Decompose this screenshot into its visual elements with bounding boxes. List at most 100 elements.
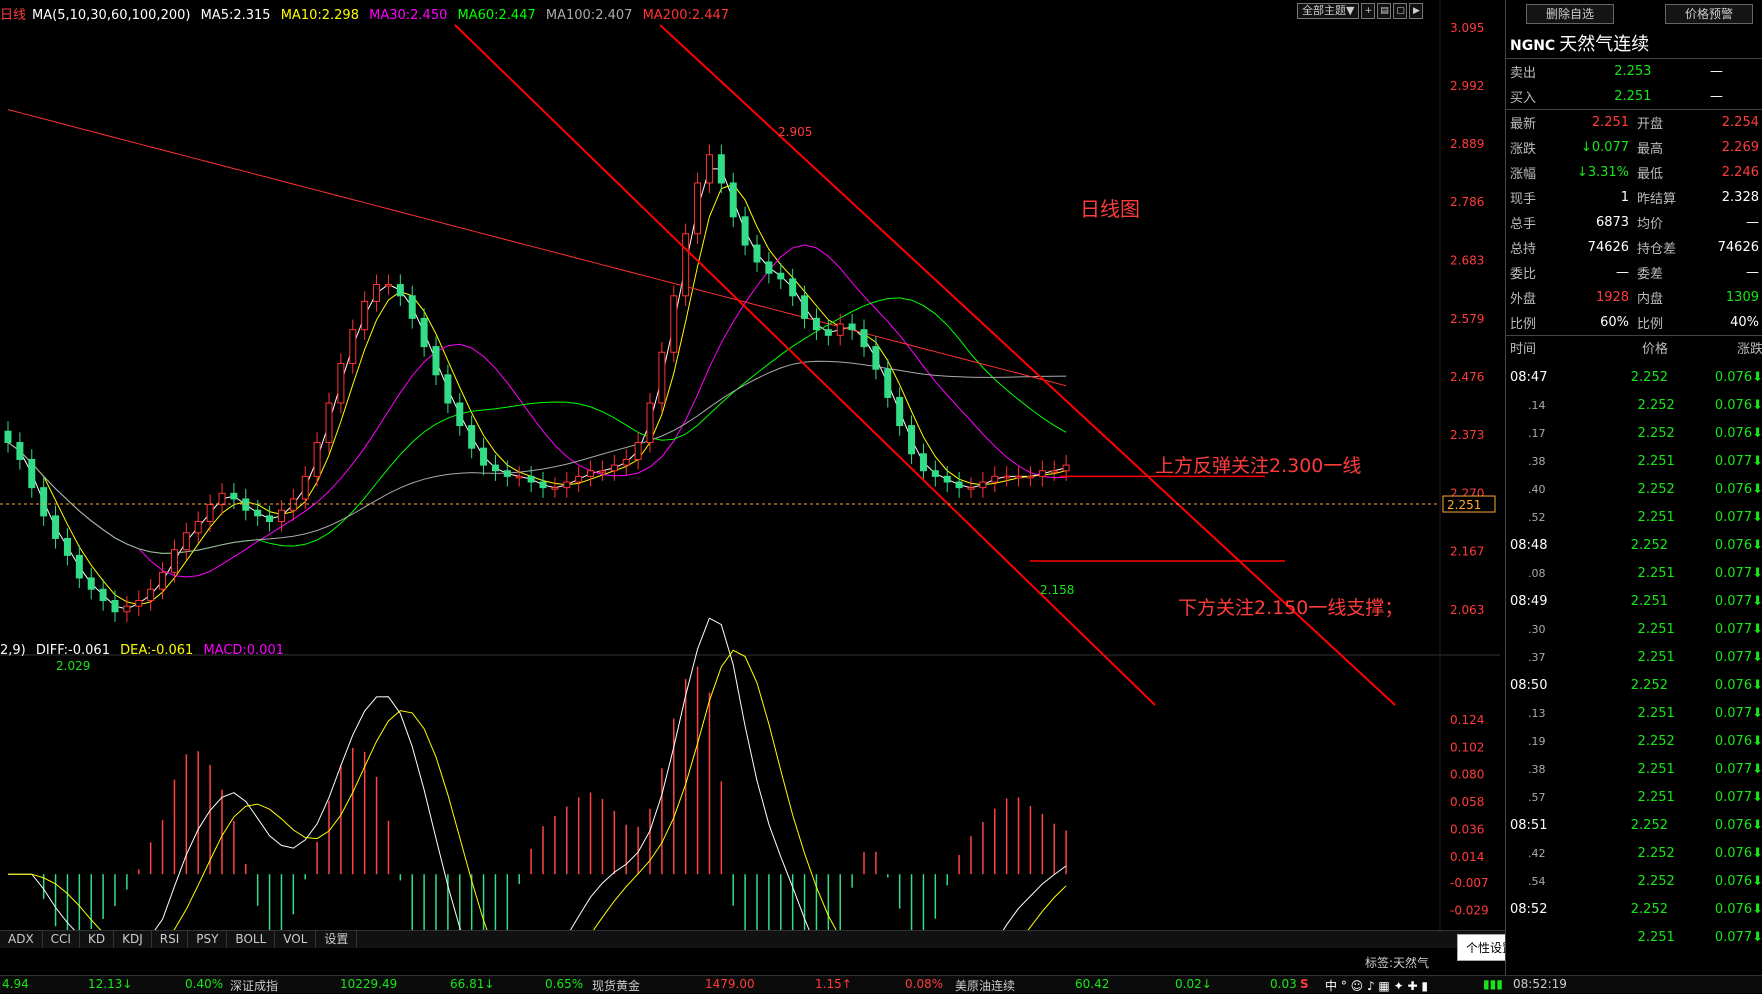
window-icon[interactable]: ▢ (1393, 3, 1408, 19)
play-icon[interactable]: ▶ (1409, 3, 1424, 19)
candle-body (848, 323, 856, 331)
tick-row: .30 2.251 0.077⬇ (1506, 616, 1762, 644)
period-label[interactable]: 日线 (0, 8, 26, 23)
macd-tick-label: 0.036 (1450, 822, 1484, 836)
indicator-tab[interactable]: CCI (43, 931, 80, 948)
lower-annotation: 下方关注2.150一线支撑； (1178, 597, 1403, 619)
status-7: 0.65% (545, 977, 584, 991)
down-arrow-icon: ⬇ (1752, 734, 1762, 749)
theme-dropdown[interactable]: 全部主题▼ (1297, 3, 1360, 19)
candle-body (123, 605, 131, 613)
tick-change: 0.077⬇ (1714, 790, 1762, 805)
tick-head-time: 时间 (1510, 342, 1537, 357)
candle-body (266, 515, 274, 523)
tick-change: 0.077⬇ (1714, 594, 1762, 609)
tick-price: 2.252 (1630, 370, 1668, 385)
indicator-tab[interactable]: RSI (152, 931, 189, 948)
tick-price: 2.252 (1630, 678, 1668, 693)
candle-body (919, 453, 927, 472)
candle-body (87, 577, 95, 590)
layout-icon[interactable]: ▤ (1377, 3, 1392, 19)
tick-price: 2.251 (1637, 930, 1675, 945)
tick-time: .30 (1528, 623, 1546, 636)
quote-label: 外盘 (1510, 292, 1537, 307)
candle-body (194, 521, 202, 534)
indicator-tab[interactable]: 设置 (316, 931, 358, 948)
candle-body (1015, 475, 1023, 479)
quote-value: 2.269 (1721, 140, 1759, 155)
macd-tick-label: 0.124 (1450, 713, 1484, 727)
indicator-tab[interactable]: KDJ (114, 931, 152, 948)
indicator-tab[interactable]: PSY (188, 931, 228, 948)
tick-row: .13 2.251 0.077⬇ (1506, 700, 1762, 728)
candle-body (135, 600, 143, 607)
candle-body (955, 481, 963, 489)
indicator-tab[interactable]: VOL (275, 931, 317, 948)
candle-body (420, 317, 428, 348)
status-8[interactable]: 现货黄金 (592, 977, 640, 994)
down-arrow-icon: ⬇ (1752, 510, 1762, 525)
candle-body (943, 475, 951, 483)
candle-body (1062, 464, 1070, 472)
order-book: 卖出 2.253 — 买入 2.251 — (1506, 58, 1762, 109)
indicator-tab[interactable]: KD (80, 931, 115, 948)
status-3: 0.40% (185, 977, 224, 991)
candle-body (896, 396, 904, 427)
quote-label: 最低 (1637, 167, 1664, 182)
candle-body (658, 351, 666, 404)
kline-chart[interactable]: 3.095 2.992 2.889 2.786 2.683 2.579 2.476 2.373… (0, 0, 1500, 930)
candle-body (456, 402, 464, 427)
tick-change: 0.076⬇ (1714, 818, 1762, 833)
price-tick-label: 2.992 (1450, 79, 1484, 93)
status-2: 12.13↓ (88, 977, 133, 991)
quote-value: 2.254 (1721, 115, 1759, 130)
tick-time: .13 (1528, 707, 1546, 720)
tick-row: 08:52 2.252 0.076⬇ (1506, 896, 1762, 924)
ma30-line (7, 244, 1067, 578)
status-10: 1.15↑ (815, 977, 852, 991)
macd-value: MACD:0.001 (203, 643, 285, 658)
tick-price: 2.252 (1637, 734, 1675, 749)
tick-price: 2.252 (1637, 398, 1675, 413)
tick-time: 08:47 (1510, 370, 1548, 385)
candle-body (218, 492, 226, 506)
price-alert-button[interactable]: 价格预警 (1665, 4, 1753, 24)
quote-value: 6873 (1595, 215, 1630, 230)
crosshair-icon[interactable]: + (1361, 3, 1376, 19)
status-4[interactable]: 深证成指 (230, 977, 278, 994)
down-arrow-icon: ⬇ (1752, 790, 1762, 805)
tick-price: 2.252 (1637, 482, 1675, 497)
candle-body (28, 458, 36, 489)
indicator-tab[interactable]: ADX (0, 931, 43, 948)
candle-body (289, 498, 297, 511)
tick-list[interactable]: 08:47 2.252 0.076⬇ .14 2.252 0.076⬇ .17 2.… (1506, 364, 1762, 952)
low-label-2: 2.158 (1040, 583, 1074, 597)
quote-row: 比例 60% 比例 40% (1506, 310, 1762, 335)
delete-watchlist-button[interactable]: 删除自选 (1526, 4, 1614, 24)
instrument-title: NGNC 天然气连续 (1506, 24, 1762, 58)
quote-label: 最新 (1510, 117, 1537, 132)
quote-value: 1928 (1595, 290, 1630, 305)
dea-value: DEA:-0.061 (120, 643, 194, 658)
tick-change: 0.076⬇ (1714, 678, 1762, 693)
candle-body (824, 329, 832, 336)
quote-stats: 最新 2.251 开盘 2.254 涨跌 ↓0.077 最高 2.269 涨幅 ↓3… (1506, 109, 1762, 335)
ime-icon[interactable]: S (1300, 977, 1309, 991)
down-arrow-icon: ⬇ (1752, 706, 1762, 721)
tick-row: .08 2.251 0.077⬇ (1506, 560, 1762, 588)
price-tick-label: 3.095 (1450, 21, 1484, 35)
chart-canvas[interactable]: 3.095 2.992 2.889 2.786 2.683 2.579 2.476 2.373… (0, 0, 1500, 930)
down-arrow-icon: ⬇ (1752, 426, 1762, 441)
tick-price: 2.252 (1630, 538, 1668, 553)
candle-body (682, 233, 690, 297)
tick-time: .08 (1528, 567, 1546, 580)
candle-body (52, 515, 60, 539)
indicator-tab[interactable]: BOLL (227, 931, 276, 948)
status-6: 66.81↓ (450, 977, 495, 991)
low-label-1: 2.029 (56, 659, 90, 673)
candle-body (432, 346, 440, 376)
tick-row: 08:48 2.252 0.076⬇ (1506, 532, 1762, 560)
ime-tray-icons[interactable]: 中 ° ☺ ♪ ▦ ✦ ✚ ▮ (1325, 977, 1428, 994)
status-12[interactable]: 美原油连续 (955, 977, 1015, 994)
candle-body (515, 475, 523, 479)
